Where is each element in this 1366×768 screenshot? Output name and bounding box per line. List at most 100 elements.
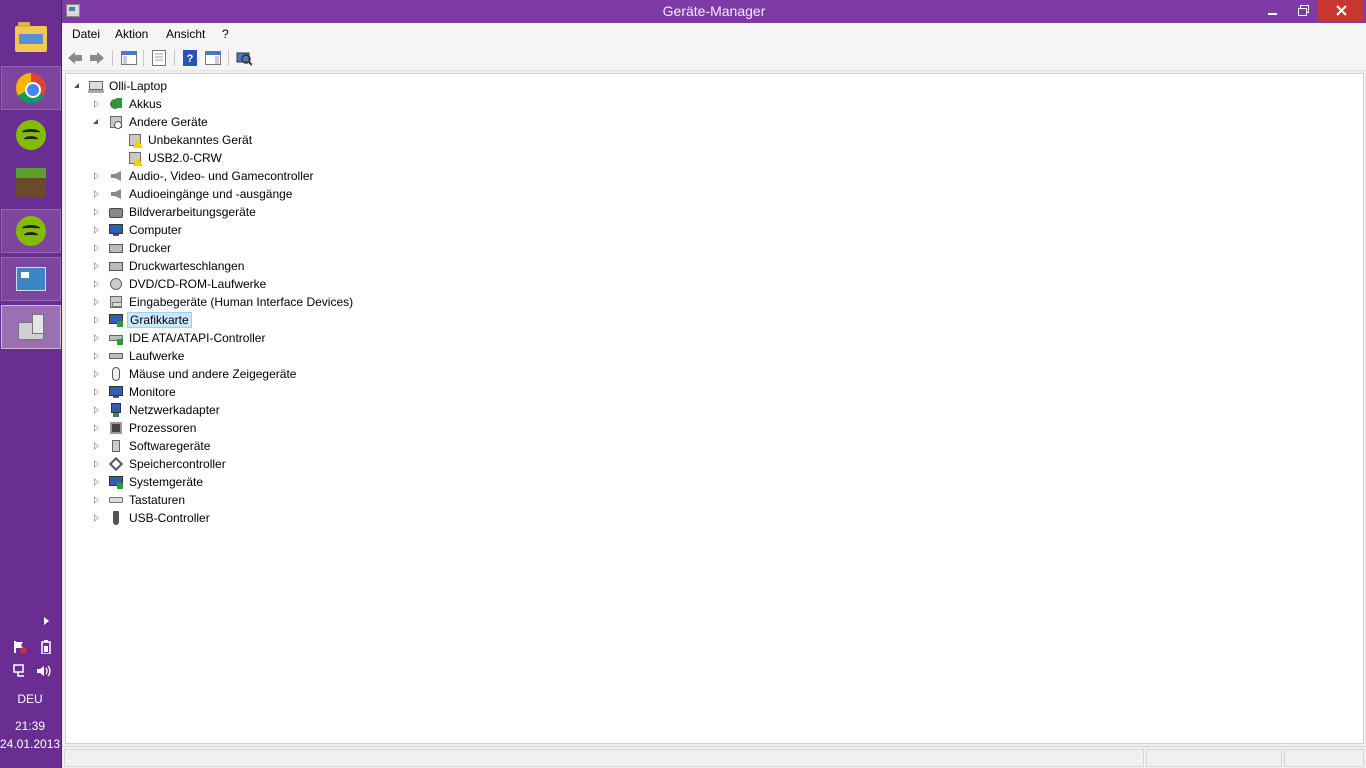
expand-toggle[interactable]	[92, 477, 102, 487]
expand-toggle[interactable]	[92, 297, 102, 307]
scan-hardware-button[interactable]	[235, 49, 253, 67]
expand-toggle[interactable]	[92, 387, 102, 397]
no-expander	[111, 135, 121, 145]
forward-button[interactable]	[88, 49, 106, 67]
expand-toggle[interactable]	[92, 117, 102, 127]
show-hide-console-tree-button[interactable]	[120, 49, 138, 67]
file-explorer-icon	[15, 22, 47, 52]
expand-toggle[interactable]	[92, 495, 102, 505]
expand-toggle[interactable]	[92, 405, 102, 415]
help-icon: ?	[183, 50, 197, 66]
menu-help[interactable]: ?	[222, 27, 229, 41]
tree-node-andere-geraete[interactable]: Andere Geräte	[92, 113, 210, 131]
action-pane-button[interactable]	[204, 49, 222, 67]
close-button[interactable]	[1318, 0, 1364, 21]
network-icon[interactable]	[12, 663, 28, 679]
expand-toggle[interactable]	[92, 369, 102, 379]
tree-node-softwaregeraete[interactable]: Softwaregeräte	[92, 437, 212, 455]
clock-date[interactable]: 24.01.2013	[0, 737, 60, 751]
toolbar-separator	[143, 50, 144, 66]
warning-device-icon	[127, 150, 143, 166]
tree-node-usb-controller[interactable]: USB-Controller	[92, 509, 212, 527]
storage-controller-icon	[108, 456, 124, 472]
taskbar-control-panel-button[interactable]	[1, 257, 61, 301]
expand-toggle[interactable]	[92, 351, 102, 361]
back-button[interactable]	[66, 49, 84, 67]
expand-toggle[interactable]	[92, 423, 102, 433]
tree-node-tastaturen[interactable]: Tastaturen	[92, 491, 187, 509]
tree-node-label: Druckwarteschlangen	[129, 259, 245, 273]
show-hidden-icons-icon[interactable]	[44, 617, 49, 625]
tree-root[interactable]: Olli-Laptop	[73, 77, 169, 95]
expand-toggle[interactable]	[92, 99, 102, 109]
expand-toggle[interactable]	[92, 279, 102, 289]
expand-toggle[interactable]	[92, 315, 102, 325]
tree-node-druckwarteschlangen[interactable]: Druckwarteschlangen	[92, 257, 246, 275]
taskbar-spotify-running-button[interactable]	[1, 209, 61, 253]
tree-node-audio-io[interactable]: Audioeingänge und -ausgänge	[92, 185, 294, 203]
properties-icon	[152, 50, 166, 66]
input-language[interactable]: DEU	[0, 692, 60, 706]
expand-toggle[interactable]	[92, 243, 102, 253]
tree-node-label: Netzwerkadapter	[129, 403, 220, 417]
tree-node-hid[interactable]: Eingabegeräte (Human Interface Devices)	[92, 293, 355, 311]
taskbar-file-explorer-button[interactable]	[1, 17, 61, 61]
tree-node-imaging[interactable]: Bildverarbeitungsgeräte	[92, 203, 258, 221]
taskbar-chrome-button[interactable]	[1, 66, 61, 110]
action-center-icon[interactable]	[12, 639, 28, 655]
tree-node-computer[interactable]: Computer	[92, 221, 184, 239]
volume-icon[interactable]	[36, 663, 52, 679]
tree-node-ide[interactable]: IDE ATA/ATAPI-Controller	[92, 329, 267, 347]
expand-toggle[interactable]	[92, 333, 102, 343]
tree-node-laufwerke[interactable]: Laufwerke	[92, 347, 186, 365]
expand-toggle[interactable]	[92, 441, 102, 451]
expand-toggle[interactable]	[92, 189, 102, 199]
expand-toggle[interactable]	[92, 171, 102, 181]
tree-child-usb2-crw[interactable]: USB2.0-CRW	[111, 149, 224, 167]
tree-node-prozessoren[interactable]: Prozessoren	[92, 419, 198, 437]
camera-icon	[108, 204, 124, 220]
tree-node-drucker[interactable]: Drucker	[92, 239, 173, 257]
title-bar[interactable]: Geräte-Manager	[62, 0, 1366, 23]
menu-aktion[interactable]: Aktion	[115, 27, 148, 41]
software-device-icon	[108, 438, 124, 454]
taskbar-minecraft-button[interactable]	[1, 161, 61, 205]
expand-toggle[interactable]	[73, 81, 83, 91]
back-icon	[68, 52, 82, 64]
tree-node-monitore[interactable]: Monitore	[92, 383, 178, 401]
device-tree-pane[interactable]: Olli-Laptop Akkus Andere Geräte Unbekann…	[65, 73, 1364, 744]
expand-toggle[interactable]	[92, 207, 102, 217]
forward-icon	[90, 52, 104, 64]
expand-toggle[interactable]	[92, 513, 102, 523]
tree-node-netzwerkadapter[interactable]: Netzwerkadapter	[92, 401, 222, 419]
tree-node-dvd[interactable]: DVD/CD-ROM-Laufwerke	[92, 275, 268, 293]
tree-node-maeuse[interactable]: Mäuse und andere Zeigegeräte	[92, 365, 298, 383]
tree-node-systemgeraete[interactable]: Systemgeräte	[92, 473, 205, 491]
menu-ansicht[interactable]: Ansicht	[166, 27, 205, 41]
taskbar-spotify-button[interactable]	[1, 113, 61, 157]
tree-root-label: Olli-Laptop	[109, 79, 168, 93]
properties-button[interactable]	[150, 49, 168, 67]
expand-toggle[interactable]	[92, 459, 102, 469]
tree-node-akkus[interactable]: Akkus	[92, 95, 164, 113]
battery-icon[interactable]	[38, 639, 54, 655]
taskbar-device-manager-button[interactable]	[1, 305, 61, 349]
console-tree-icon	[121, 51, 137, 65]
clock-time[interactable]: 21:39	[0, 719, 60, 733]
tree-node-audio-video[interactable]: Audio-, Video- und Gamecontroller	[92, 167, 316, 185]
keyboard-icon	[108, 492, 124, 508]
tree-node-label: Akkus	[129, 97, 162, 111]
chrome-icon	[16, 73, 46, 103]
spotify-icon	[16, 120, 46, 150]
expand-toggle[interactable]	[92, 225, 102, 235]
tree-node-grafikkarte[interactable]: Grafikkarte	[92, 311, 192, 329]
hid-icon	[108, 294, 124, 310]
help-button[interactable]: ?	[181, 49, 199, 67]
minimize-button[interactable]	[1258, 0, 1288, 21]
expand-toggle[interactable]	[92, 261, 102, 271]
restore-button[interactable]	[1288, 0, 1318, 21]
tree-node-speichercontroller[interactable]: Speichercontroller	[92, 455, 228, 473]
disc-icon	[108, 276, 124, 292]
tree-child-unbekanntes-geraet[interactable]: Unbekanntes Gerät	[111, 131, 254, 149]
menu-datei[interactable]: Datei	[72, 27, 100, 41]
